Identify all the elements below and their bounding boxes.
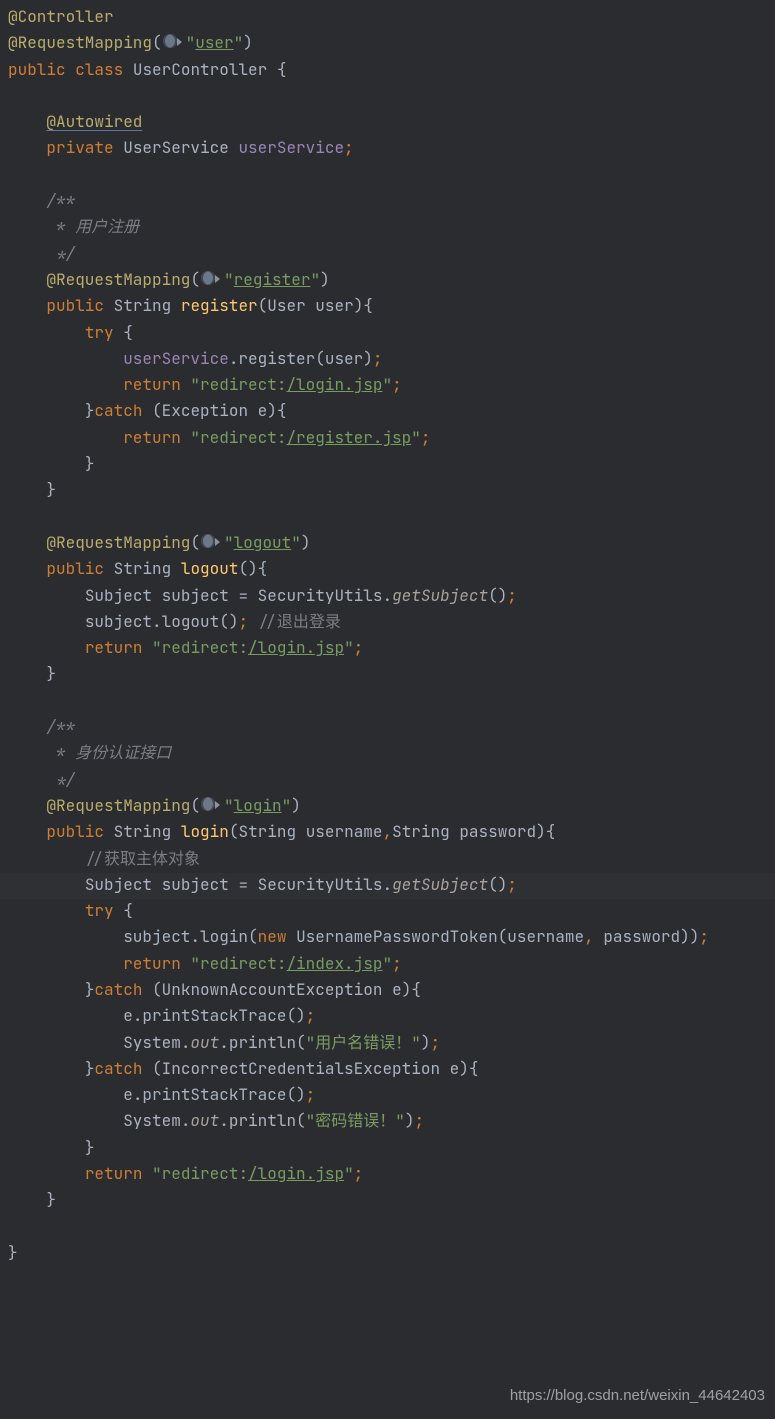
- annotation-controller: @Controller: [8, 6, 114, 27]
- web-icon: [162, 33, 186, 50]
- method-login: login: [181, 821, 229, 842]
- web-icon: [200, 270, 224, 287]
- comment-auth: * 身份认证接口: [8, 742, 171, 763]
- field-userservice: userService: [238, 137, 344, 158]
- class-name: UserController: [133, 59, 267, 80]
- method-register: register: [181, 295, 258, 316]
- comment-register: * 用户注册: [8, 216, 139, 237]
- comment-getsubject: //获取主体对象: [85, 848, 200, 869]
- web-icon: [200, 533, 224, 550]
- annotation-requestmapping: @RequestMapping: [8, 32, 152, 53]
- comment-logout: //退出登录: [258, 611, 341, 632]
- method-logout: logout: [181, 558, 239, 579]
- code-editor[interactable]: @Controller @RequestMapping("user") publ…: [0, 0, 775, 1266]
- watermark: https://blog.csdn.net/weixin_44642403: [510, 1383, 765, 1409]
- annotation-autowired: @Autowired: [46, 111, 142, 132]
- web-icon: [200, 796, 224, 813]
- current-line-highlight: [0, 873, 775, 899]
